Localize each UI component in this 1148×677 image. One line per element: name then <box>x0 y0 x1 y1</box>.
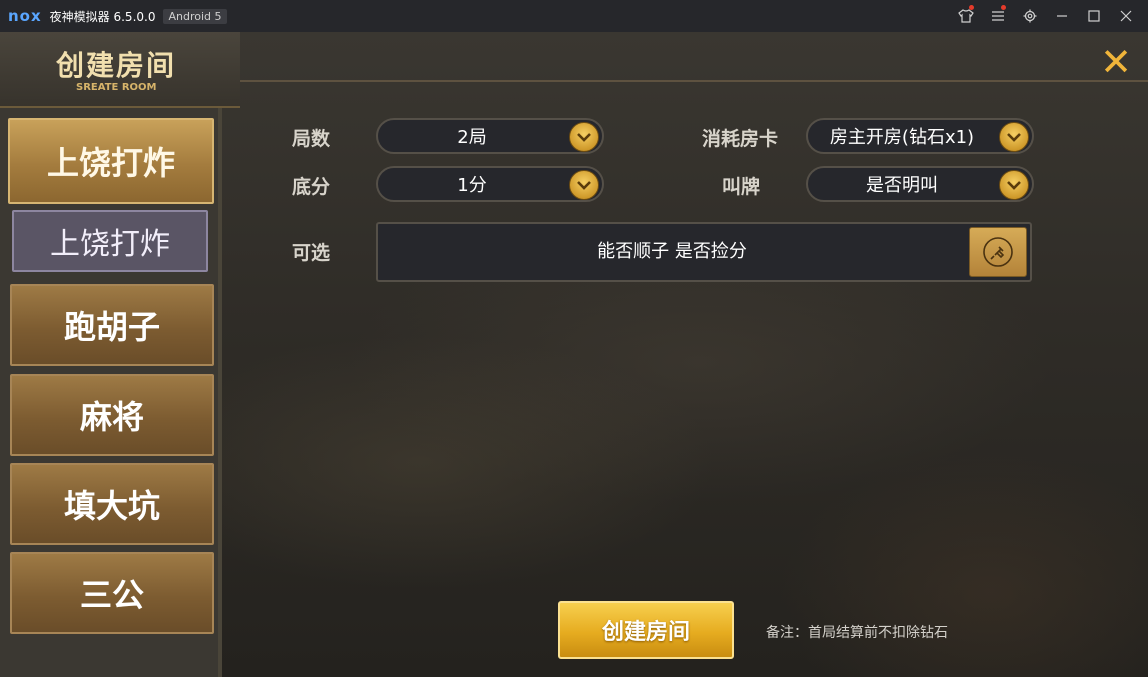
close-icon[interactable] <box>1110 0 1142 32</box>
optional-label: 可选 <box>292 242 331 264</box>
cost-select[interactable]: 房主开房(钻石x1) <box>806 118 1034 154</box>
chevron-down-icon[interactable] <box>999 122 1029 152</box>
sidebar-item-label: 麻将 <box>79 398 144 436</box>
page-title: 创建房间 <box>56 49 177 82</box>
nox-logo: nox <box>8 7 42 25</box>
sidebar-item-tiandakeng[interactable]: 填大坑 <box>10 463 214 545</box>
cost-value: 房主开房(钻石x1) <box>829 127 975 148</box>
game-sidebar: 上饶打炸 上饶打炸 跑胡子 麻将 填大坑 三公 <box>0 108 222 677</box>
shirt-icon[interactable] <box>950 0 982 32</box>
menu-icon[interactable] <box>982 0 1014 32</box>
base-select[interactable]: 1分 <box>376 166 604 202</box>
rounds-select[interactable]: 2局 <box>376 118 604 154</box>
rounds-value: 2局 <box>457 127 487 148</box>
sidebar-item-label: 填大坑 <box>63 487 160 525</box>
sidebar-item-label: 三公 <box>79 576 144 614</box>
pin-icon <box>983 237 1013 267</box>
sidebar-item-mahjong[interactable]: 麻将 <box>10 374 214 456</box>
chevron-down-icon[interactable] <box>569 122 599 152</box>
create-room-button[interactable]: 创建房间 <box>558 601 734 659</box>
room-note: 备注：首局结算前不扣除钻石 <box>766 625 948 641</box>
base-value: 1分 <box>457 175 487 196</box>
sidebar-item-sangong[interactable]: 三公 <box>10 552 214 634</box>
maximize-icon[interactable] <box>1078 0 1110 32</box>
rounds-label: 局数 <box>292 128 331 150</box>
chevron-down-icon[interactable] <box>999 170 1029 200</box>
sidebar-item-label: 跑胡子 <box>63 308 160 346</box>
emulator-titlebar: nox 夜神模拟器 6.5.0.0 Android 5 <box>0 0 1148 32</box>
cost-label: 消耗房卡 <box>702 128 779 150</box>
settings-icon[interactable] <box>1014 0 1046 32</box>
base-label: 底分 <box>292 176 331 198</box>
game-screen: 创建房间 SREATE ROOM ✕ 上饶打炸 上饶打炸 跑胡子 麻将 填大坑 … <box>0 32 1148 677</box>
page-subtitle: SREATE ROOM <box>76 82 157 93</box>
create-room-label: 创建房间 <box>601 620 690 645</box>
close-room-icon[interactable]: ✕ <box>1098 43 1134 81</box>
call-select[interactable]: 是否明叫 <box>806 166 1034 202</box>
optional-value: 能否顺子 是否捡分 <box>597 241 747 262</box>
sidebar-subitem-shangrao[interactable]: 上饶打炸 <box>12 210 208 272</box>
sidebar-item-shangrao-active[interactable]: 上饶打炸 <box>8 118 214 204</box>
call-label: 叫牌 <box>722 176 761 198</box>
pin-button[interactable] <box>969 227 1027 277</box>
call-value: 是否明叫 <box>866 175 938 196</box>
minimize-icon[interactable] <box>1046 0 1078 32</box>
header-divider <box>240 80 1148 82</box>
optional-field[interactable]: 能否顺子 是否捡分 <box>376 222 1032 282</box>
sidebar-subitem-label: 上饶打炸 <box>50 227 170 262</box>
sidebar-item-paohuzi[interactable]: 跑胡子 <box>10 284 214 366</box>
sidebar-item-label: 上饶打炸 <box>46 144 175 182</box>
app-title: 夜神模拟器 6.5.0.0 <box>49 9 156 24</box>
chevron-down-icon[interactable] <box>569 170 599 200</box>
android-version-badge: Android 5 <box>163 8 227 24</box>
